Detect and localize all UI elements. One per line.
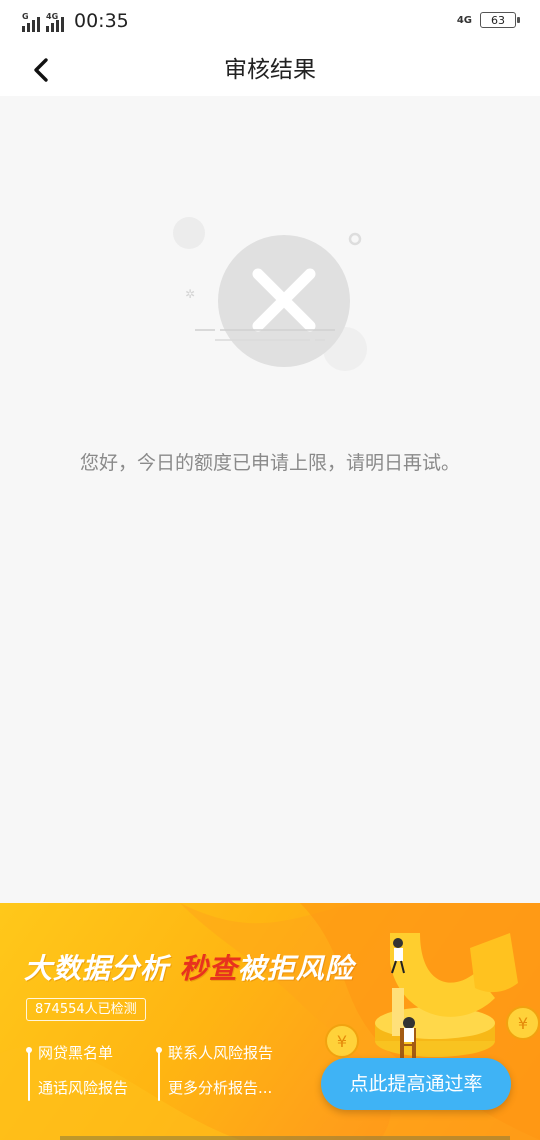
main-content: ✲ 您好，今日的额度已申请上限，请明日再试。 <box>0 96 540 902</box>
status-left: G 4G 00:35 <box>22 10 129 32</box>
feature-item: 联系人风险报告 <box>168 1044 274 1062</box>
header: 审核结果 <box>0 44 540 96</box>
signal-label-2: 4G <box>46 12 59 21</box>
signal-icon: G <box>22 12 40 32</box>
improve-approval-rate-button[interactable]: 点此提高通过率 <box>321 1058 511 1110</box>
feature-column-2: 联系人风险报告 更多分析报告... <box>155 1044 274 1105</box>
svg-text:✲: ✲ <box>185 287 195 301</box>
banner-title-part2: 被拒风险 <box>237 952 354 985</box>
feature-column-1: 网贷黑名单 通话风险报告 <box>25 1044 129 1105</box>
page-title: 审核结果 <box>224 57 316 83</box>
network-icon: 4G <box>456 14 472 26</box>
rejected-illustration: ✲ <box>160 206 380 386</box>
feature-list: 网贷黑名单 通话风险报告 联系人风险报告 更多分析报告... <box>25 1044 318 1105</box>
status-time: 00:35 <box>74 10 129 32</box>
feature-item: 网贷黑名单 <box>38 1044 114 1062</box>
svg-text:¥: ¥ <box>518 1014 528 1033</box>
feature-item: 通话风险报告 <box>38 1079 129 1097</box>
banner-title-highlight: 秒查 <box>179 952 238 985</box>
signal-label: G <box>22 12 29 21</box>
feature-item: 更多分析报告... <box>168 1079 273 1097</box>
checked-count-badge: 874554人已检测 <box>26 998 146 1021</box>
banner-title: 大数据分析 秒查被拒风险 <box>24 947 354 987</box>
banner-bottom-strip <box>60 1136 510 1140</box>
status-bar: G 4G 00:35 4G 63 <box>0 0 540 44</box>
promo-banner[interactable]: ¥ ¥ 大数据分析 秒查被拒风险 874554人已检测 网贷黑名单 通话风险报告… <box>0 903 540 1140</box>
banner-title-part1: 大数据分析 <box>24 952 180 985</box>
battery-level: 63 <box>491 13 505 27</box>
battery-icon: 63 <box>480 12 520 28</box>
svg-text:¥: ¥ <box>337 1032 347 1051</box>
signal-icon-2: 4G <box>46 12 64 32</box>
banner-illustration: ¥ ¥ <box>320 923 540 1073</box>
status-right: 4G 63 <box>456 12 520 28</box>
limit-reached-message: 您好，今日的额度已申请上限，请明日再试。 <box>79 452 460 474</box>
